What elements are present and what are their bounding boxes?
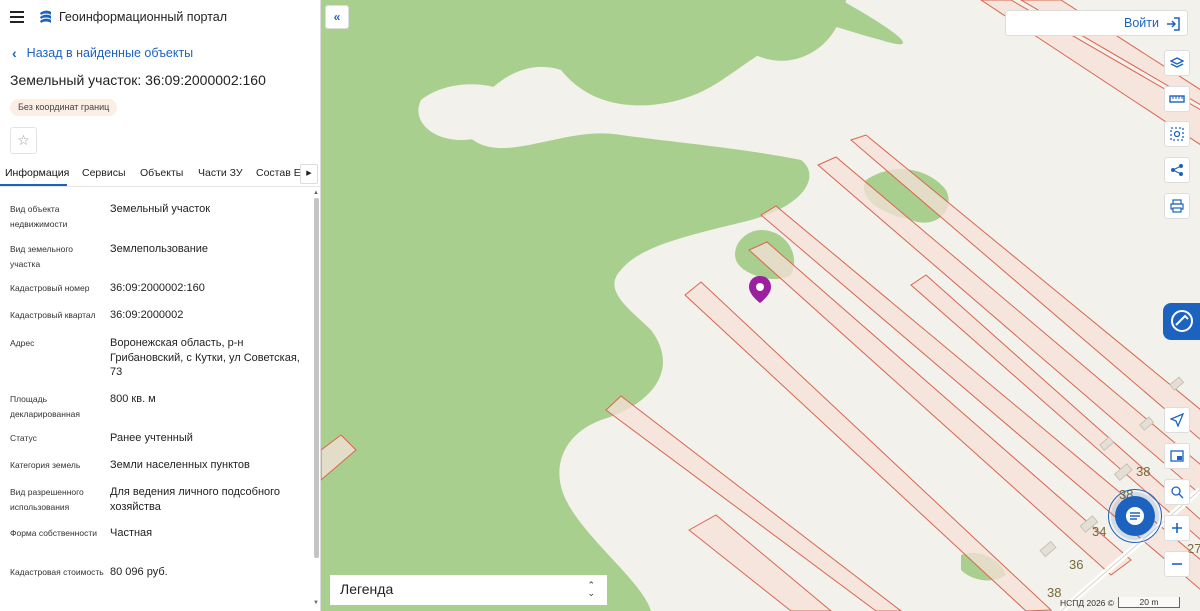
property-key: Площадь декларированная — [10, 394, 80, 419]
cadastral-parcel — [817, 156, 1200, 495]
assistant-icon — [1171, 310, 1193, 332]
measure-button[interactable] — [1164, 86, 1190, 112]
scale-label: 20 m — [1139, 597, 1159, 607]
assistant-panel-button[interactable] — [1163, 303, 1200, 340]
property-key: Вид объекта недвижимости — [10, 204, 68, 229]
area-search-icon — [1170, 127, 1184, 141]
property-value: 36:09:2000002:160 — [110, 282, 205, 294]
cadastral-parcel — [688, 514, 832, 611]
property-value: 36:09:2000002 — [110, 309, 184, 321]
app-title: Геоинформационный портал — [59, 10, 228, 24]
tab-services[interactable]: Сервисы — [82, 167, 126, 179]
layers-icon — [1170, 57, 1184, 68]
login-label: Войти — [1124, 16, 1159, 30]
map-view[interactable]: 38 38 34 36 38 27 — [321, 0, 1200, 611]
location-search-button[interactable] — [1164, 479, 1190, 505]
property-value: Земли населенных пунктов — [110, 459, 250, 471]
expand-icon: ⌃ ⌄ — [587, 580, 595, 598]
house-number: 36 — [1069, 557, 1084, 572]
minimap-button[interactable] — [1164, 443, 1190, 469]
layers-button[interactable] — [1164, 50, 1190, 76]
property-value: Ранее учтенный — [110, 432, 193, 444]
minus-icon — [1172, 563, 1182, 565]
back-link-label: Назад в найденные объекты — [26, 46, 194, 60]
collapse-panel-button[interactable]: « — [325, 5, 349, 29]
property-key: Адрес — [10, 338, 35, 348]
select-area-button[interactable] — [1164, 121, 1190, 147]
sidebar: Геоинформационный портал ‹ Назад в найде… — [0, 0, 321, 611]
building — [1039, 540, 1057, 558]
favorite-button[interactable]: ☆ — [10, 127, 37, 154]
share-button[interactable] — [1164, 157, 1190, 183]
property-key: Статус — [10, 433, 37, 443]
legend-label: Легенда — [340, 581, 394, 597]
back-to-results-link[interactable]: ‹ Назад в найденные объекты — [12, 45, 193, 61]
property-key: Кадастровый квартал — [10, 310, 96, 320]
property-list: Вид объекта недвижимости Земельный участ… — [0, 196, 312, 611]
property-key: Кадастровая стоимость — [10, 567, 104, 577]
star-icon: ☆ — [17, 132, 30, 148]
tab-objects[interactable]: Объекты — [140, 167, 183, 179]
active-tab-indicator — [0, 184, 67, 186]
status-badge: Без координат границ — [10, 99, 118, 116]
property-key: Вид земельного участка — [10, 244, 74, 269]
scrollbar-thumb[interactable] — [314, 198, 319, 558]
tab-parts[interactable]: Части ЗУ — [198, 167, 243, 179]
property-value: Частная — [110, 527, 153, 539]
property-key: Вид разрешенного использования — [10, 487, 84, 512]
scale-bar: 20 m — [1118, 597, 1180, 608]
print-icon — [1170, 199, 1184, 213]
ruler-icon — [1169, 95, 1185, 103]
map-canvas[interactable] — [321, 0, 1200, 611]
chat-icon — [1126, 507, 1144, 525]
pin-search-icon — [1171, 486, 1184, 499]
house-number: 38 — [1136, 464, 1151, 479]
property-key: Кадастровый номер — [10, 283, 90, 293]
app-header: Геоинформационный портал — [0, 0, 320, 34]
scroll-up-icon[interactable]: ▲ — [313, 190, 319, 196]
sidebar-scrollbar[interactable]: ▲ ▼ — [312, 190, 320, 611]
tab-bar: Информация Сервисы Объекты Части ЗУ Сост… — [0, 163, 320, 187]
property-value: 80 096 руб. — [110, 566, 168, 578]
property-value: Воронежская область, р-н Грибановский, с… — [110, 337, 300, 378]
chevron-left-icon: ‹ — [12, 45, 17, 61]
tab-info[interactable]: Информация — [5, 167, 69, 179]
plus-icon — [1172, 523, 1182, 533]
property-value: Землепользование — [110, 243, 209, 255]
property-value: Для ведения личного подсобного хозяйства — [110, 486, 281, 513]
scroll-down-icon[interactable]: ▼ — [313, 600, 319, 606]
location-marker — [749, 276, 771, 303]
login-button[interactable]: Войти — [1005, 10, 1188, 36]
portal-logo-icon — [40, 10, 51, 23]
navigation-icon — [1170, 413, 1184, 427]
cadastral-parcel — [850, 134, 1200, 440]
picture-in-picture-icon — [1170, 450, 1184, 462]
chat-button[interactable] — [1115, 496, 1155, 536]
share-icon — [1171, 164, 1183, 176]
property-key: Форма собственности — [10, 528, 97, 538]
menu-icon[interactable] — [10, 11, 24, 23]
legend-panel[interactable]: Легенда ⌃ ⌄ — [330, 575, 607, 605]
property-key: Категория земель — [10, 460, 81, 470]
house-number: 34 — [1092, 524, 1107, 539]
print-button[interactable] — [1164, 193, 1190, 219]
zoom-out-button[interactable] — [1164, 551, 1190, 577]
forest-area — [418, 84, 517, 140]
property-value: Земельный участок — [110, 203, 211, 215]
geolocate-button[interactable] — [1164, 407, 1190, 433]
page-title: Земельный участок: 36:09:2000002:160 — [10, 72, 266, 88]
login-icon — [1167, 17, 1180, 31]
property-value: 800 кв. м — [110, 393, 156, 405]
zoom-in-button[interactable] — [1164, 515, 1190, 541]
copyright: НСПД 2026 © — [1060, 598, 1115, 608]
tabs-scroll-right-button[interactable]: ▶ — [300, 164, 318, 184]
app-root: 38 38 34 36 38 27 « Войти Легенда ⌃ ⌄ НС… — [0, 0, 1200, 611]
